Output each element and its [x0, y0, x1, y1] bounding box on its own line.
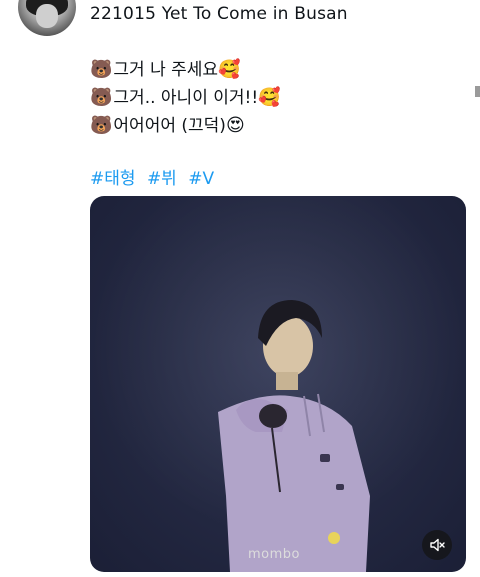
line-text: 어어어어 (끄덕)	[113, 116, 226, 136]
speaker-muted-icon	[430, 538, 445, 552]
post-line-2: 🐻 그거.. 아니이 이거!! 🥰	[90, 84, 281, 112]
tweet-post: 221015 Yet To Come in Busan 🐻 그거 나 주세요 🥰…	[0, 0, 480, 577]
line-text: 그거 나 주세요	[113, 60, 219, 80]
mute-button[interactable]	[422, 530, 452, 560]
hashtag-link[interactable]: #뷔	[147, 169, 177, 189]
post-line-3: 🐻 어어어어 (끄덕) 😍	[90, 112, 281, 140]
hashtag-list: #태형 #뷔 #V	[90, 164, 220, 189]
post-title: 221015 Yet To Come in Busan	[90, 4, 348, 24]
post-line-1: 🐻 그거 나 주세요 🥰	[90, 56, 281, 84]
avatar[interactable]	[18, 0, 76, 36]
bear-emoji-icon: 🐻	[90, 115, 113, 136]
line-text: 그거.. 아니이 이거!!	[113, 88, 259, 108]
scrollbar-thumb[interactable]	[475, 86, 480, 97]
hashtag-link[interactable]: #태형	[90, 169, 136, 189]
avatar-face	[36, 4, 58, 28]
heart-eyes-emoji-icon: 😍	[225, 115, 245, 136]
video-player[interactable]: mombo	[90, 196, 466, 572]
hashtag-link[interactable]: #V	[188, 169, 214, 189]
bear-emoji-icon: 🐻	[90, 59, 113, 80]
post-text: 🐻 그거 나 주세요 🥰 🐻 그거.. 아니이 이거!! 🥰 🐻 어어어어 (끄…	[90, 56, 281, 140]
video-watermark: mombo	[248, 547, 300, 562]
smiling-hearts-emoji-icon: 🥰	[218, 59, 241, 80]
bear-emoji-icon: 🐻	[90, 87, 113, 108]
smiling-hearts-emoji-icon: 🥰	[258, 87, 281, 108]
video-frame	[90, 196, 466, 572]
